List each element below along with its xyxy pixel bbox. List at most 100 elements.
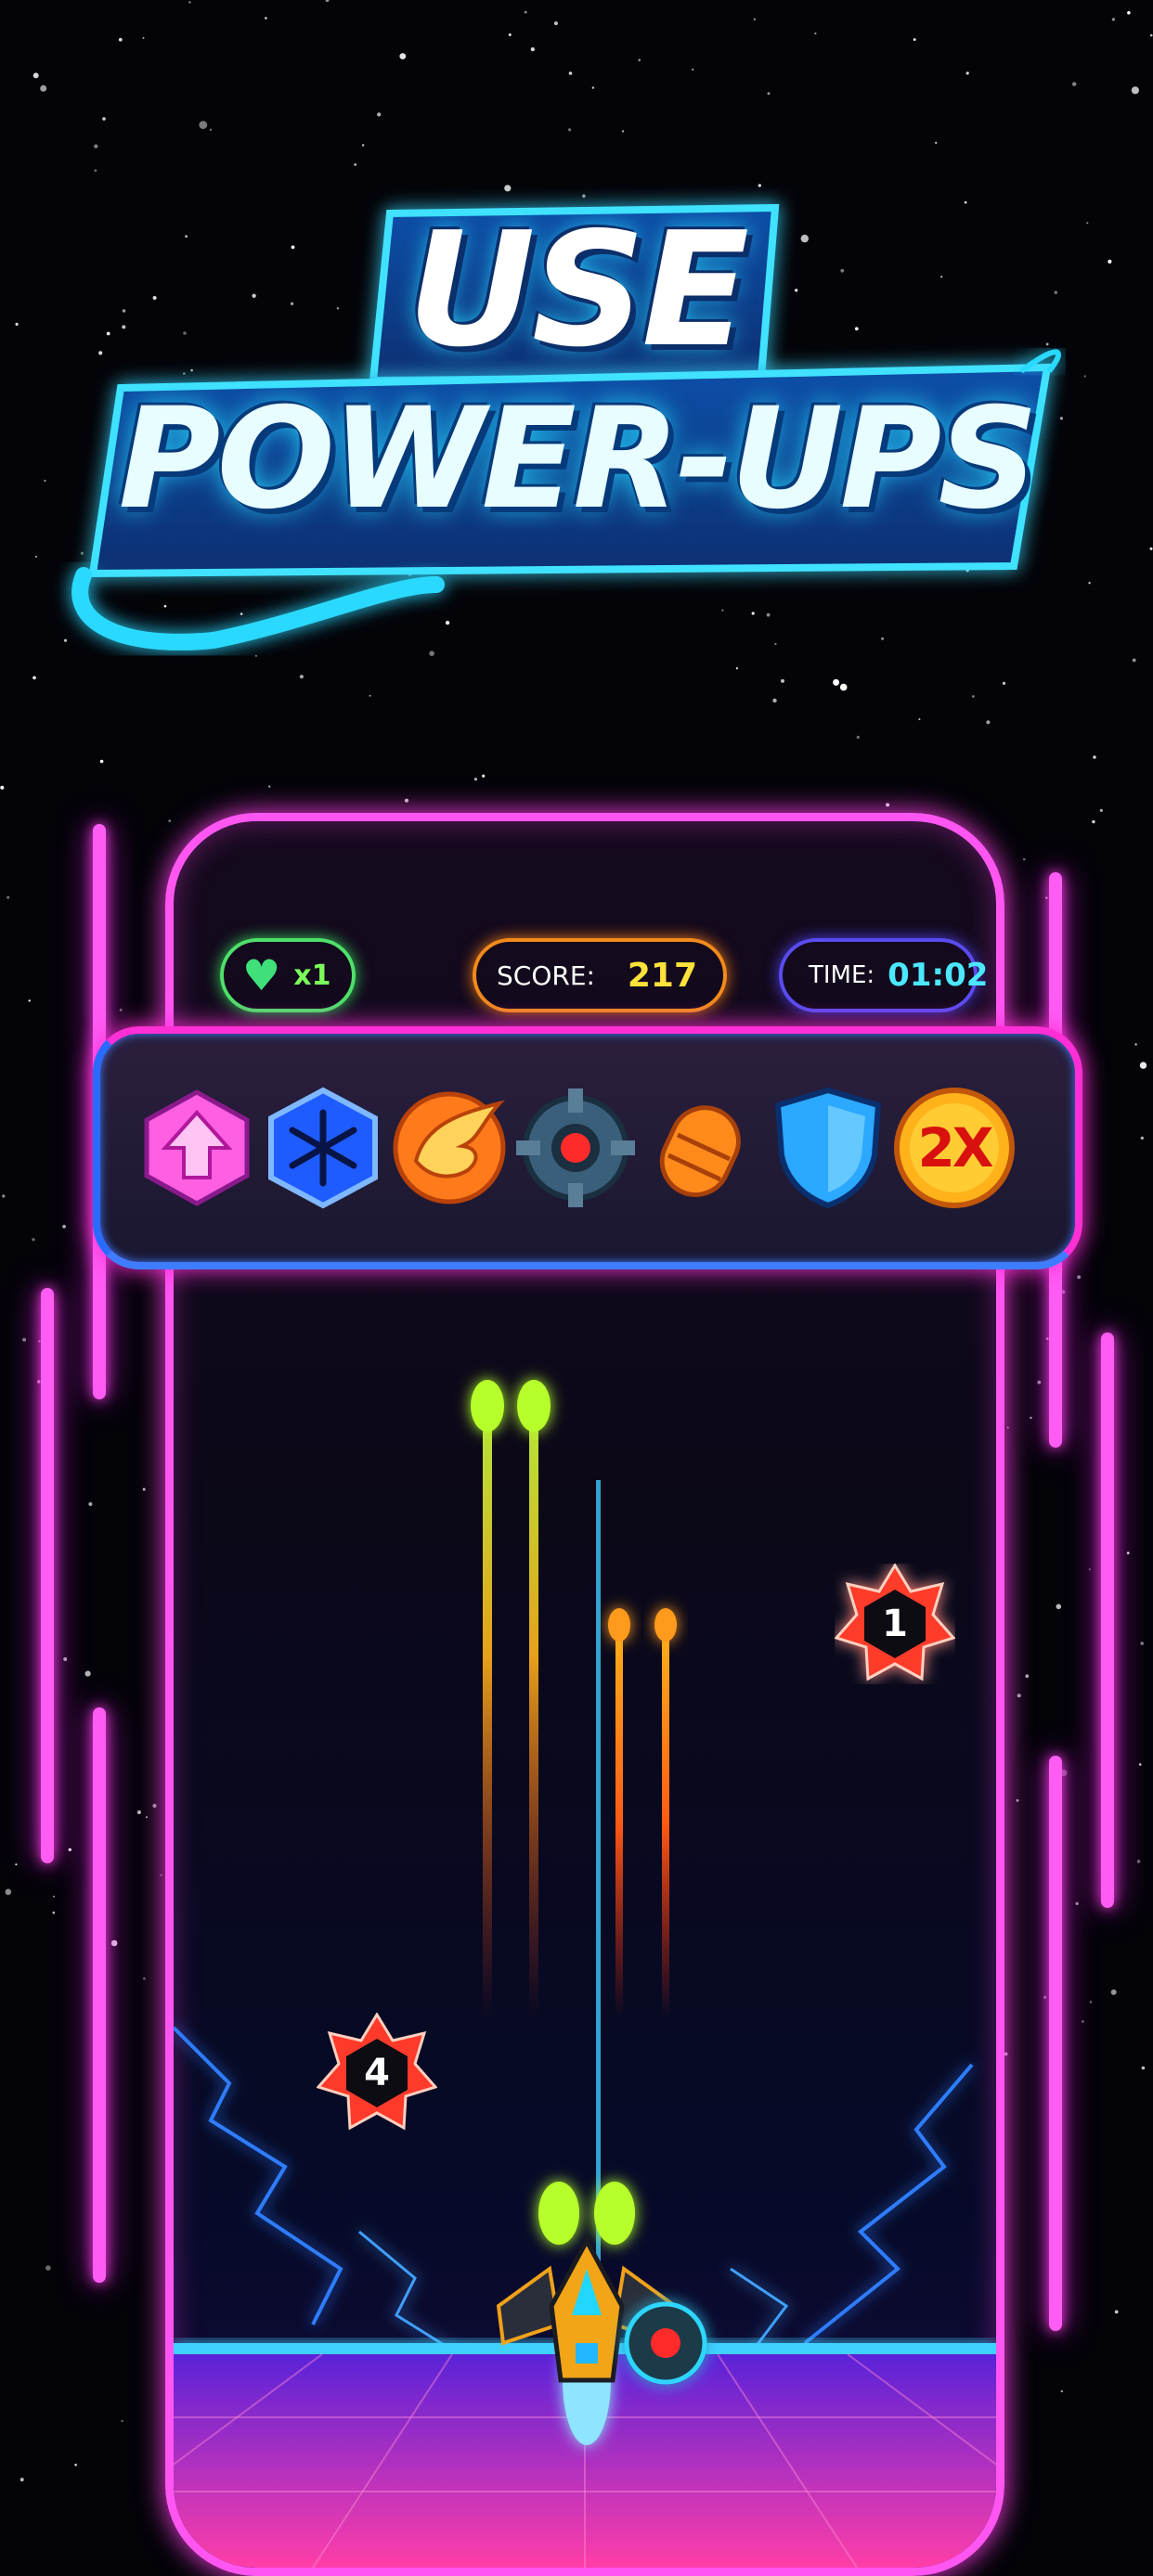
star [62,1224,66,1229]
double-score-powerup-icon[interactable]: 2X [893,1087,1016,1209]
star [160,1874,162,1876]
star [772,698,777,703]
fire-shot [608,1608,630,1642]
star [1134,1043,1137,1046]
star [568,71,573,75]
star [142,36,145,39]
star [19,2478,24,2482]
star [168,819,172,822]
time-value: 01:02 [887,957,989,994]
star [2,1194,6,1198]
star [110,1939,118,1947]
star [1093,755,1096,759]
star [1110,1989,1117,1995]
star [118,37,123,42]
star [1082,2020,1084,2023]
star [1127,11,1131,15]
star [767,92,771,96]
star [814,32,817,35]
wing-speed-powerup-icon[interactable] [388,1087,511,1209]
star [1060,2389,1064,2393]
star [1126,1552,1130,1554]
enemy-mine[interactable]: 4 [317,2013,437,2133]
star [856,735,860,740]
star [265,17,267,19]
star [1114,2310,1119,2314]
star [369,694,371,697]
star [1037,1380,1042,1385]
star [524,10,527,14]
time-label: TIME: [809,961,875,989]
fire-shot [654,1608,677,1642]
star [121,2419,123,2423]
snowflake-freeze-powerup-icon[interactable] [262,1087,384,1209]
companion-drone [624,2301,707,2385]
star [28,999,31,1002]
star [354,163,357,166]
shield-powerup-icon[interactable] [767,1087,889,1209]
turret-drone-powerup-icon[interactable] [514,1087,637,1209]
star [377,112,382,117]
star [621,130,625,133]
star [638,58,641,62]
star [188,1,191,4]
star [37,1380,41,1384]
star [325,0,330,2]
star [935,141,938,144]
star [482,774,486,778]
plasma-shot [471,1380,504,1432]
star [1088,1568,1091,1571]
plasma-shot [517,1380,551,1432]
star [68,1848,72,1852]
star [1141,2066,1146,2070]
star [591,86,595,89]
star [839,683,848,691]
star [63,1657,68,1661]
star [5,1888,12,1896]
enemy-hit-count: 1 [882,1603,908,1645]
star [1149,33,1153,37]
star [299,675,304,679]
star [1056,1604,1062,1610]
star [1139,1062,1147,1069]
star [1140,1642,1144,1645]
missile-powerup-icon[interactable] [641,1087,763,1209]
headline-line-2: POWER-UPS [118,379,1039,540]
star [32,676,36,680]
star [45,2265,51,2271]
star [53,1895,55,1898]
enemy-mine[interactable]: 1 [835,1564,955,1684]
star [102,117,106,121]
star [1092,819,1095,824]
laser-beam [596,1480,601,2315]
star [32,1238,35,1242]
star [15,1863,18,1866]
heart-icon: ♥ [242,950,281,1000]
headline-line-1: USE [407,199,750,382]
double-score-label: 2X [917,1116,993,1179]
star [1140,1136,1145,1140]
neon-bar [1101,1333,1114,1908]
star [1072,82,1077,86]
star [833,678,840,686]
star [6,895,10,899]
star [146,1816,148,1819]
score-value: 217 [627,956,697,995]
neon-bar [93,1707,106,2283]
star [94,144,98,148]
star [1023,857,1026,861]
star [84,1670,91,1677]
lives-indicator: ♥ x1 [220,938,356,1012]
star [268,785,271,788]
star [404,798,409,803]
time-display: TIME: 01:02 [779,938,988,1012]
star [1136,1860,1141,1863]
star [1017,1694,1021,1698]
arrow-up-powerup-icon[interactable] [136,1087,258,1209]
star [40,84,47,92]
star [1006,1426,1009,1429]
star [913,38,916,42]
star [568,128,572,132]
star [1138,1763,1142,1766]
star [99,759,104,764]
